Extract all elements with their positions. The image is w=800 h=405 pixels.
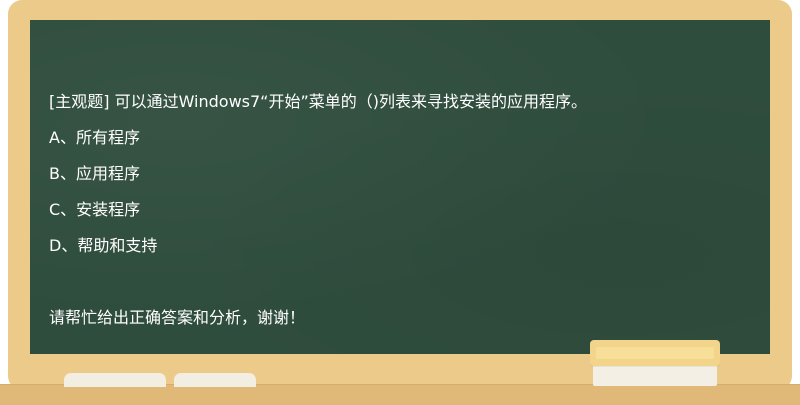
eraser-base — [593, 364, 717, 386]
chalk-stick — [174, 373, 256, 387]
option-a: A、所有程序 — [49, 128, 140, 147]
chalk-ledge — [0, 385, 800, 405]
question-stem: [主观题] 可以通过Windows7“开始”菜单的（)列表来寻找安装的应用程序。 — [49, 92, 587, 111]
request-text: 请帮忙给出正确答案和分析，谢谢！ — [49, 308, 306, 327]
chalk-stick — [64, 373, 166, 387]
eraser-top — [596, 347, 714, 359]
option-d: D、帮助和支持 — [49, 236, 158, 255]
option-b: B、应用程序 — [49, 164, 140, 183]
question-content: [主观题] 可以通过Windows7“开始”菜单的（)列表来寻找安装的应用程序。… — [49, 84, 749, 336]
option-c: C、安装程序 — [49, 200, 141, 219]
